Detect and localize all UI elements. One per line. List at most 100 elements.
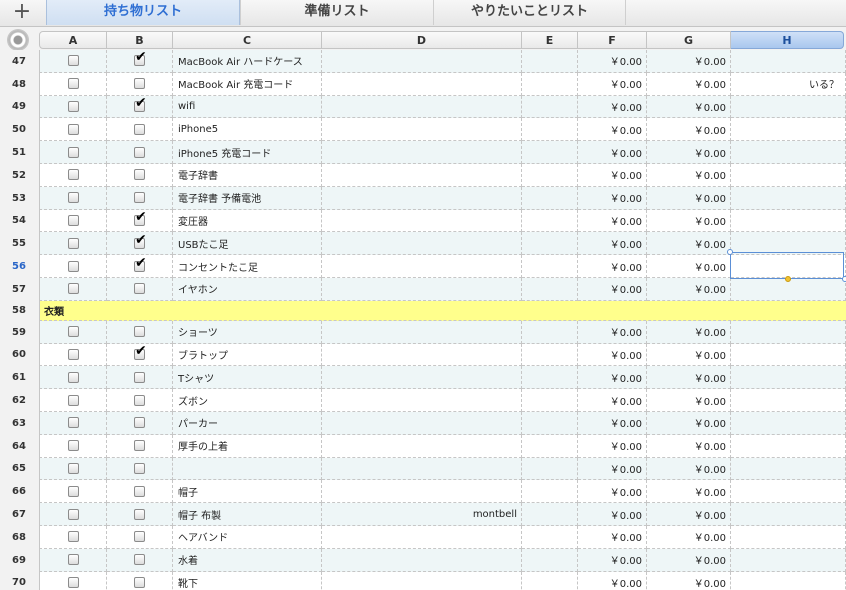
cell-d[interactable] (322, 141, 522, 164)
cell-note-h[interactable] (731, 95, 846, 119)
cell-price-g[interactable]: ￥0.00 (647, 186, 731, 210)
cell-a[interactable] (39, 525, 107, 549)
row-number[interactable]: 50 (0, 118, 38, 142)
row-number[interactable]: 52 (0, 163, 38, 187)
cell-note-h[interactable] (731, 209, 846, 233)
cell-price-f[interactable]: ￥0.00 (578, 389, 647, 412)
cell-note-h[interactable] (731, 50, 846, 73)
column-header-f[interactable]: F (578, 31, 647, 49)
cell-a[interactable] (39, 366, 107, 390)
section-header-cell[interactable]: 衣類 (39, 300, 846, 321)
cell-note-h[interactable]: いる？ (731, 72, 846, 96)
cell-price-g[interactable]: ￥0.00 (647, 277, 731, 301)
cell-e[interactable] (522, 366, 578, 390)
checkbox-a[interactable] (67, 554, 79, 566)
cell-d[interactable] (322, 525, 522, 549)
cell-d[interactable] (322, 366, 522, 390)
cell-price-g[interactable]: ￥0.00 (647, 50, 731, 73)
cell-a[interactable] (39, 277, 107, 301)
checkbox-b[interactable] (134, 417, 145, 429)
cell-d[interactable] (322, 411, 522, 435)
cell-price-f[interactable]: ￥0.00 (578, 525, 647, 549)
cell-e[interactable] (522, 255, 578, 278)
tab-mochimono-list[interactable]: 持ち物リスト (46, 0, 240, 25)
cell-e[interactable] (522, 548, 578, 572)
selection-handle-bottom-right[interactable] (842, 276, 846, 282)
cell-b[interactable] (107, 320, 173, 344)
cell-item-name[interactable]: 靴下 (173, 571, 322, 590)
cell-b[interactable] (107, 480, 173, 504)
cell-b[interactable] (107, 343, 173, 367)
checkbox-a[interactable] (67, 348, 79, 360)
cell-a[interactable] (39, 571, 107, 590)
cell-e[interactable] (522, 320, 578, 344)
column-header-c[interactable]: C (173, 31, 322, 49)
row-number[interactable]: 57 (0, 277, 38, 301)
cell-b[interactable] (107, 277, 173, 301)
checkbox-b[interactable] (134, 462, 145, 474)
cell-e[interactable] (522, 186, 578, 210)
column-header-d[interactable]: D (322, 31, 522, 49)
cell-item-name[interactable]: パーカー (173, 411, 322, 435)
cell-price-g[interactable]: ￥0.00 (647, 434, 731, 458)
cell-a[interactable] (39, 343, 107, 367)
checkbox-a[interactable] (67, 55, 79, 67)
cell-price-f[interactable]: ￥0.00 (578, 232, 647, 256)
cell-d[interactable] (322, 72, 522, 96)
checkbox-a[interactable] (67, 78, 79, 90)
cell-item-name[interactable]: ショーツ (173, 320, 322, 344)
cell-price-f[interactable]: ￥0.00 (578, 503, 647, 526)
cell-e[interactable] (522, 434, 578, 458)
cell-e[interactable] (522, 50, 578, 73)
cell-d[interactable] (322, 571, 522, 590)
cell-d[interactable] (322, 255, 522, 278)
cell-price-f[interactable]: ￥0.00 (578, 366, 647, 390)
cell-e[interactable] (522, 389, 578, 412)
cell-a[interactable] (39, 434, 107, 458)
cell-e[interactable] (522, 95, 578, 119)
checkbox-b[interactable] (134, 394, 145, 406)
tab-yaritai-list[interactable]: やりたいことリスト (433, 0, 626, 25)
cell-note-h[interactable] (731, 118, 846, 142)
cell-item-name[interactable]: 電子辞書 予備電池 (173, 186, 322, 210)
cell-e[interactable] (522, 141, 578, 164)
cell-a[interactable] (39, 186, 107, 210)
cell-d[interactable] (322, 434, 522, 458)
checkbox-b[interactable] (134, 96, 147, 112)
row-number[interactable]: 70 (0, 571, 38, 590)
cell-price-f[interactable]: ￥0.00 (578, 50, 647, 73)
cell-e[interactable] (522, 209, 578, 233)
checkbox-a[interactable] (67, 576, 79, 588)
cell-item-name[interactable]: MacBook Air ハードケース (173, 50, 322, 73)
row-number[interactable]: 55 (0, 232, 38, 256)
cell-note-h[interactable] (731, 503, 846, 526)
cell-d[interactable] (322, 209, 522, 233)
cell-price-g[interactable]: ￥0.00 (647, 525, 731, 549)
cell-a[interactable] (39, 480, 107, 504)
cell-price-g[interactable]: ￥0.00 (647, 503, 731, 526)
cell-a[interactable] (39, 50, 107, 73)
checkbox-b[interactable] (134, 485, 145, 497)
cell-d[interactable] (322, 232, 522, 256)
cell-a[interactable] (39, 209, 107, 233)
cell-a[interactable] (39, 503, 107, 526)
cell-e[interactable] (522, 411, 578, 435)
cell-item-name[interactable]: iPhone5 (173, 118, 322, 142)
column-header-e[interactable]: E (522, 31, 578, 49)
row-number[interactable]: 66 (0, 480, 38, 504)
cell-item-name[interactable]: iPhone5 充電コード (173, 141, 322, 164)
cell-price-g[interactable]: ￥0.00 (647, 320, 731, 344)
row-number[interactable]: 62 (0, 389, 38, 412)
cell-item-name[interactable]: 帽子 布製 (173, 503, 322, 526)
cell-b[interactable] (107, 163, 173, 187)
column-header-b[interactable]: B (107, 31, 173, 49)
row-number[interactable]: 65 (0, 457, 38, 481)
checkbox-a[interactable] (67, 214, 79, 226)
checkbox-b[interactable] (134, 554, 145, 566)
cell-price-f[interactable]: ￥0.00 (578, 548, 647, 572)
cell-note-h[interactable] (731, 457, 846, 481)
cell-a[interactable] (39, 72, 107, 96)
cell-price-f[interactable]: ￥0.00 (578, 186, 647, 210)
cell-price-g[interactable]: ￥0.00 (647, 72, 731, 96)
column-header-a[interactable]: A (39, 31, 107, 49)
